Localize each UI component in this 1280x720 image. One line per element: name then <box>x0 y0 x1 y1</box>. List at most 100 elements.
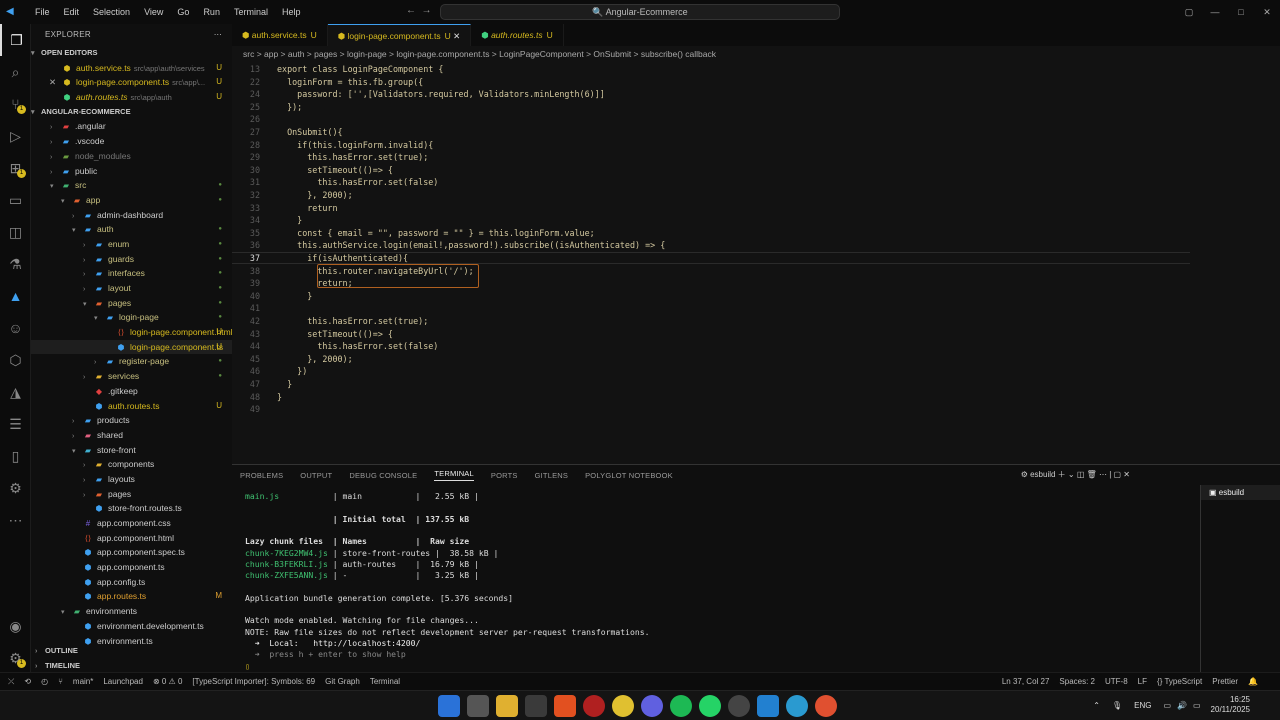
outline-section[interactable]: › OUTLINE <box>35 644 78 659</box>
folder-item[interactable]: ▾ ▰ auth ● <box>31 222 232 237</box>
panel-tab-ports[interactable]: PORTS <box>491 471 518 480</box>
gitlens-icon[interactable]: ◫ <box>0 216 31 248</box>
tab-auth.routes.ts[interactable]: ⬢ auth.routes.ts U <box>471 24 564 46</box>
testing-icon[interactable]: ⚗ <box>0 248 31 280</box>
folder-item[interactable]: › ▰ layouts <box>31 472 232 487</box>
file-item[interactable]: ⬢ app.routes.ts M <box>31 589 232 604</box>
windows-start-icon[interactable] <box>438 695 460 717</box>
status-item[interactable]: Ln 37, Col 27 <box>1002 677 1050 686</box>
folder-item[interactable]: › ▰ components <box>31 457 232 472</box>
vscode-taskbar-icon[interactable] <box>757 695 779 717</box>
more-icon[interactable]: ⋯ <box>0 504 31 536</box>
folder-item[interactable]: › ▰ products <box>31 413 232 428</box>
status-item[interactable]: UTF-8 <box>1105 677 1128 686</box>
file-item[interactable]: ⟨⟩ login-page.component.html U <box>31 325 232 340</box>
status-item[interactable]: Git Graph <box>325 677 360 686</box>
database-icon[interactable]: ☰ <box>0 408 31 440</box>
battery-icon[interactable]: ▭ <box>1193 701 1201 710</box>
file-item[interactable]: ⟨⟩ app.component.html <box>31 531 232 546</box>
status-icon[interactable]: ⟲ <box>24 677 31 686</box>
panel-tab-output[interactable]: OUTPUT <box>300 471 332 480</box>
angular-icon[interactable]: ▲ <box>0 280 31 312</box>
breadcrumb[interactable]: src > app > auth > pages > login-page > … <box>232 46 1280 62</box>
panel-tab-terminal[interactable]: TERMINAL <box>434 469 474 481</box>
status-item[interactable]: ⊗ 0 ⚠ 0 <box>153 677 182 686</box>
volume-icon[interactable]: 🔊 <box>1177 701 1187 710</box>
network-icon[interactable]: ▭ <box>1163 701 1171 710</box>
minimize-button[interactable]: — <box>1202 0 1228 24</box>
store-icon[interactable] <box>525 695 547 717</box>
status-item[interactable]: Spaces: 2 <box>1059 677 1095 686</box>
folder-item[interactable]: › ▰ guards ● <box>31 252 232 267</box>
folder-item[interactable]: ▾ ▰ src ● <box>31 178 232 193</box>
discord-icon[interactable] <box>641 695 663 717</box>
open-editor-item[interactable]: ⬢ auth.routes.ts src\app\auth U <box>31 90 232 105</box>
file-item[interactable]: ⬢ auth.routes.ts U <box>31 399 232 414</box>
status-item[interactable]: Terminal <box>370 677 400 686</box>
status-icon[interactable]: ⑂ <box>58 677 63 686</box>
menu-item-selection[interactable]: Selection <box>86 7 137 17</box>
panel-tab-gitlens[interactable]: GITLENS <box>535 471 569 480</box>
manage-gear-icon[interactable]: ⚙ 1 <box>0 642 31 674</box>
status-item[interactable]: [TypeScript Importer]: Symbols: 69 <box>192 677 315 686</box>
file-item[interactable]: # app.component.css <box>31 516 232 531</box>
status-item[interactable]: {} TypeScript <box>1157 677 1202 686</box>
tab-close-icon[interactable]: ✕ <box>451 31 460 41</box>
app-icon[interactable] <box>786 695 808 717</box>
source-control-icon[interactable]: ⑂ 1 <box>0 88 31 120</box>
menu-item-go[interactable]: Go <box>170 7 196 17</box>
folder-item[interactable]: ▾ ▰ store-front <box>31 443 232 458</box>
menu-item-terminal[interactable]: Terminal <box>227 7 275 17</box>
terminal-list-item[interactable]: ▣ esbuild <box>1201 485 1280 500</box>
folder-item[interactable]: ▾ ▰ environments <box>31 604 232 619</box>
folder-item[interactable]: › ▰ register-page ● <box>31 354 232 369</box>
status-icon[interactable]: ◴ <box>41 677 48 686</box>
menu-item-file[interactable]: File <box>28 7 57 17</box>
folder-item[interactable]: › ▰ .angular <box>31 119 232 134</box>
folder-item[interactable]: › ▰ enum ● <box>31 237 232 252</box>
folder-item[interactable]: ▾ ▰ login-page ● <box>31 310 232 325</box>
close-editor-icon[interactable]: ✕ <box>49 75 56 90</box>
panel-tab-polyglot-notebook[interactable]: POLYGLOT NOTEBOOK <box>585 471 673 480</box>
folder-item[interactable]: ▾ ▰ pages ● <box>31 296 232 311</box>
folder-item[interactable]: › ▰ .vscode <box>31 134 232 149</box>
folder-item[interactable]: ▾ ▰ app ● <box>31 193 232 208</box>
notifications-icon[interactable]: 🔔 <box>1248 677 1258 686</box>
menu-item-edit[interactable]: Edit <box>57 7 87 17</box>
status-item[interactable]: LF <box>1138 677 1147 686</box>
status-item[interactable]: Launchpad <box>103 677 143 686</box>
tab-login-page.component.ts[interactable]: ⬢ login-page.component.ts U ✕ <box>327 24 472 46</box>
remote-explorer-icon[interactable]: ▭ <box>0 184 31 216</box>
extensions-icon[interactable]: ⊞ 1 <box>0 152 31 184</box>
close-button[interactable]: ✕ <box>1254 0 1280 24</box>
folder-item[interactable]: › ▰ layout ● <box>31 281 232 296</box>
folder-item[interactable]: › ▰ shared <box>31 428 232 443</box>
file-explorer-icon[interactable] <box>496 695 518 717</box>
open-editors-section[interactable]: ▾ OPEN EDITORS <box>31 46 232 61</box>
search-icon[interactable]: ⌕ <box>0 56 31 88</box>
settings-sync-icon[interactable]: ⚙ <box>0 472 31 504</box>
layout-toggle-icon[interactable]: ▢ <box>1176 0 1202 24</box>
mic-icon[interactable]: 🎙 <box>1112 701 1122 710</box>
account-icon[interactable]: ◉ <box>0 610 31 642</box>
file-item[interactable]: ⬢ app.config.ts <box>31 575 232 590</box>
explorer-icon[interactable]: ❐ <box>0 24 31 56</box>
menu-item-help[interactable]: Help <box>275 7 308 17</box>
panel-tab-debug-console[interactable]: DEBUG CONSOLE <box>349 471 417 480</box>
deploy-icon[interactable]: ◮ <box>0 376 31 408</box>
maximize-button[interactable]: □ <box>1228 0 1254 24</box>
copilot-icon[interactable]: ☺ <box>0 312 31 344</box>
open-editor-item[interactable]: ⬢ auth.service.ts src\app\auth\services U <box>31 61 232 76</box>
status-icon[interactable]: ⤫ <box>8 677 14 686</box>
whatsapp-icon[interactable] <box>699 695 721 717</box>
task-view-icon[interactable] <box>467 695 489 717</box>
file-item[interactable]: ⬢ app.component.ts <box>31 560 232 575</box>
project-root[interactable]: ▾ ANGULAR-ECOMMERCE <box>31 105 232 120</box>
command-center-search[interactable]: 🔍 Angular-Ecommerce <box>440 4 840 20</box>
more-actions-icon[interactable]: ⋯ <box>214 24 222 46</box>
file-item[interactable]: ⬢ store-front.routes.ts <box>31 501 232 516</box>
github-icon[interactable] <box>728 695 750 717</box>
brave-icon[interactable] <box>554 695 576 717</box>
postman-icon[interactable] <box>815 695 837 717</box>
opera-icon[interactable] <box>583 695 605 717</box>
